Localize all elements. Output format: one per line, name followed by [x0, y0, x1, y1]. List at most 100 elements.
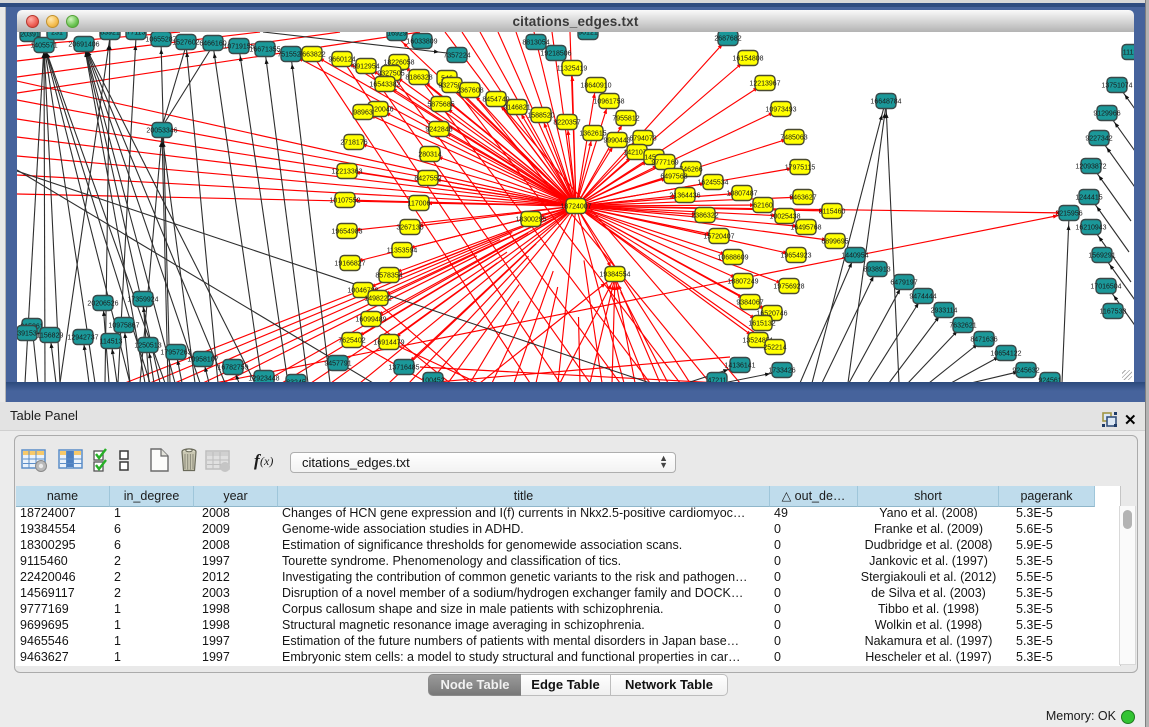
svg-text:19384554: 19384554 [599, 271, 630, 278]
svg-text:10958107: 10958107 [187, 356, 218, 363]
svg-text:8220357: 8220357 [553, 119, 580, 126]
svg-text:3267130: 3267130 [396, 224, 423, 231]
svg-text:9129966: 9129966 [1093, 110, 1120, 117]
svg-text:7485063: 7485063 [780, 134, 807, 141]
svg-text:17359924: 17359924 [127, 296, 158, 303]
svg-text:14136141: 14136141 [724, 362, 755, 369]
svg-text:7625402: 7625402 [338, 337, 365, 344]
svg-text:280314: 280314 [418, 151, 441, 158]
svg-text:11353594: 11353594 [387, 247, 418, 254]
svg-text:12923448: 12923448 [248, 375, 279, 382]
svg-text:19166827: 19166827 [334, 260, 365, 267]
svg-text:16671355: 16671355 [249, 46, 280, 53]
svg-text:16914479: 16914479 [373, 339, 404, 346]
svg-text:12213363: 12213363 [331, 168, 362, 175]
svg-text:9227342: 9227342 [1085, 135, 1112, 142]
svg-text:1167533: 1167533 [1100, 308, 1127, 315]
svg-text:9990443: 9990443 [603, 137, 630, 144]
svg-text:19654983: 19654983 [331, 228, 362, 235]
svg-text:83921: 83921 [100, 32, 120, 37]
svg-text:8912954: 8912954 [352, 63, 379, 70]
svg-text:83245: 83245 [286, 379, 306, 382]
svg-text:16154808: 16154808 [732, 55, 763, 62]
svg-text:16495768: 16495768 [790, 224, 821, 231]
svg-text:1615132: 1615132 [748, 320, 775, 327]
svg-text:20691406: 20691406 [68, 41, 99, 48]
svg-text:6794073: 6794073 [629, 135, 656, 142]
svg-text:16543382: 16543382 [369, 81, 400, 88]
svg-text:10688609: 10688609 [717, 254, 748, 261]
svg-text:11123: 11123 [1123, 49, 1134, 56]
svg-text:16245534: 16245534 [697, 179, 728, 186]
svg-text:17016504: 17016504 [1090, 283, 1121, 290]
svg-text:15720407: 15720407 [703, 233, 734, 240]
svg-text:6479197: 6479197 [890, 279, 917, 286]
svg-text:8938913: 8938913 [863, 266, 890, 273]
svg-text:8578354: 8578354 [375, 272, 402, 279]
svg-text:3215956: 3215956 [1055, 210, 1082, 217]
svg-text:7955812: 7955812 [612, 115, 639, 122]
svg-text:9146821: 9146821 [503, 104, 530, 111]
svg-text:252214: 252214 [763, 344, 786, 351]
svg-text:13751074: 13751074 [1101, 82, 1132, 89]
svg-text:1733426: 1733426 [768, 367, 795, 374]
svg-text:18300295: 18300295 [515, 216, 546, 223]
svg-text:20206526: 20206526 [87, 300, 118, 307]
svg-text:1527602: 1527602 [172, 39, 199, 46]
svg-text:2367608: 2367608 [456, 87, 483, 94]
svg-text:100452: 100452 [421, 377, 444, 382]
svg-text:9463627: 9463627 [789, 194, 816, 201]
svg-text:20053346: 20053346 [146, 127, 177, 134]
svg-text:18724007: 18724007 [560, 203, 591, 210]
svg-text:16210943: 16210943 [1075, 224, 1106, 231]
svg-text:1156829: 1156829 [37, 332, 64, 339]
svg-text:21364436: 21364436 [669, 192, 700, 199]
svg-text:117006: 117006 [408, 200, 431, 207]
svg-text:231: 231 [51, 32, 63, 37]
svg-text:17957263: 17957263 [160, 349, 191, 356]
svg-text:17975115: 17975115 [785, 164, 816, 171]
svg-text:1244415: 1244415 [1075, 194, 1102, 201]
svg-text:9777169: 9777169 [651, 159, 678, 166]
svg-text:8471636: 8471636 [970, 336, 997, 343]
svg-text:9457791: 9457791 [324, 360, 351, 367]
svg-text:9115460: 9115460 [819, 208, 846, 215]
svg-text:9660124: 9660124 [328, 56, 355, 63]
svg-text:8813054: 8813054 [522, 39, 549, 46]
svg-text:9474444: 9474444 [909, 293, 936, 300]
svg-text:10025438: 10025438 [769, 213, 800, 220]
svg-text:7663822: 7663822 [298, 51, 325, 58]
svg-text:10654122: 10654122 [990, 350, 1021, 357]
svg-text:77113: 77113 [127, 32, 146, 37]
svg-text:924561: 924561 [1038, 377, 1061, 382]
svg-text:1498222: 1498222 [364, 295, 391, 302]
svg-text:(x): (x) [260, 454, 273, 468]
svg-text:2933114: 2933114 [931, 307, 958, 314]
svg-text:18640910: 18640910 [580, 82, 611, 89]
svg-text:9384067: 9384067 [736, 299, 763, 306]
svg-text:1440954: 1440954 [841, 252, 868, 259]
svg-text:2386322: 2386322 [691, 212, 718, 219]
svg-text:1250513: 1250513 [134, 342, 161, 349]
svg-text:9245632: 9245632 [1012, 367, 1039, 374]
svg-text:11325419: 11325419 [557, 65, 588, 72]
svg-text:47211: 47211 [708, 377, 727, 382]
svg-text:8454749: 8454749 [482, 96, 509, 103]
svg-text:16782759: 16782759 [217, 364, 248, 371]
svg-text:16033809: 16033809 [406, 38, 437, 45]
svg-text:10975867: 10975867 [108, 322, 139, 329]
svg-text:6899695: 6899695 [821, 238, 848, 245]
svg-text:12942737: 12942737 [67, 334, 98, 341]
svg-text:19756928: 19756928 [773, 283, 804, 290]
svg-text:8186328: 8186328 [405, 74, 432, 81]
svg-text:13716485: 13716485 [388, 364, 419, 371]
svg-text:114513: 114513 [100, 338, 123, 345]
svg-text:1405571: 1405571 [30, 42, 57, 49]
svg-text:7357224: 7357224 [443, 52, 470, 59]
svg-text:9242848: 9242848 [425, 126, 452, 133]
svg-text:10973493: 10973493 [765, 106, 796, 113]
svg-text:10107552: 10107552 [329, 197, 360, 204]
svg-text:16648784: 16648784 [870, 98, 901, 105]
svg-text:10961758: 10961758 [593, 98, 624, 105]
svg-text:19654923: 19654923 [780, 252, 811, 259]
